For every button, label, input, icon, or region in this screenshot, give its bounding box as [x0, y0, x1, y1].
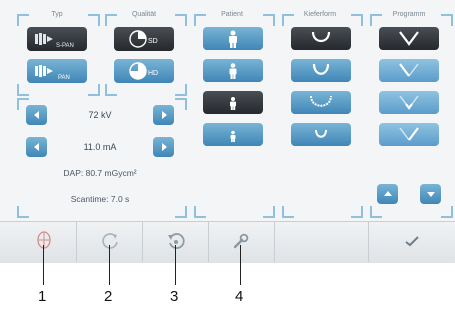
callout-number-3: 3 — [170, 288, 179, 305]
patient-positioning-tool[interactable] — [29, 226, 59, 256]
quality-sd-button[interactable]: SD — [114, 27, 174, 51]
program-left-button[interactable] — [379, 59, 439, 82]
patient-child-icon — [230, 130, 236, 142]
head-positioning-icon — [37, 231, 51, 249]
program-front-icon — [399, 95, 419, 110]
kv-decrease-button[interactable] — [26, 105, 47, 125]
patient-small-icon — [230, 96, 236, 110]
reset-tool[interactable] — [161, 226, 191, 256]
callout-number-4: 4 — [235, 288, 244, 305]
ma-value: 11.0 mA — [83, 142, 117, 152]
callout-leader-4 — [240, 245, 241, 285]
kv-value: 72 kV — [88, 110, 112, 120]
reset-icon — [168, 233, 185, 249]
scantime-readout: Scantime: 7.0 s — [70, 194, 130, 204]
arrow-left-icon — [33, 111, 39, 119]
pan-label: PAN — [58, 75, 70, 81]
program-right-button[interactable] — [379, 123, 439, 146]
qualitaet-panel-label: Qualität — [129, 11, 159, 18]
hd-label: HD — [148, 70, 158, 77]
kv-increase-button[interactable] — [153, 105, 174, 125]
kieferform-panel-label: Kieferform — [301, 11, 339, 18]
toolbar-divider — [274, 221, 275, 262]
patient-medium-icon — [229, 62, 237, 79]
patient-size-m-button[interactable] — [203, 91, 263, 114]
jaw-child-icon — [315, 129, 327, 138]
callout-number-1: 1 — [38, 288, 47, 305]
jaw-shape-wide-button[interactable] — [291, 91, 351, 114]
patient-size-xl-button[interactable] — [203, 27, 263, 50]
s-pan-icon: S-PAN — [35, 33, 74, 49]
jaw-shape-child-button[interactable] — [291, 123, 351, 146]
s-pan-label: S-PAN — [56, 43, 74, 49]
toolbar-divider — [208, 221, 209, 262]
jaw-shape-narrow-button[interactable] — [291, 27, 351, 50]
sd-label: SD — [148, 38, 158, 45]
patient-panel-label: Patient — [219, 11, 245, 18]
program-scroll-up-button[interactable] — [377, 184, 398, 204]
program-full-button[interactable] — [379, 27, 439, 50]
ma-increase-button[interactable] — [153, 137, 174, 157]
typ-pan-button[interactable]: PAN — [27, 59, 87, 83]
toolbar-divider — [76, 221, 77, 262]
jaw-shape-normal-button[interactable] — [291, 59, 351, 82]
program-right-icon — [399, 126, 419, 141]
service-tool[interactable] — [226, 226, 256, 256]
jaw-wide-icon — [310, 95, 332, 107]
arrow-right-icon — [161, 143, 167, 151]
quality-hd-button[interactable]: HD — [114, 59, 174, 83]
program-left-icon — [399, 62, 419, 77]
program-full-icon — [399, 30, 419, 46]
callout-number-2: 2 — [104, 288, 113, 305]
jaw-narrow-icon — [311, 31, 331, 42]
pan-icon: PAN — [35, 65, 70, 81]
rotation-tool[interactable] — [95, 226, 125, 256]
wrench-icon — [233, 233, 249, 249]
typ-s-pan-button[interactable]: S-PAN — [27, 27, 87, 51]
program-front-button[interactable] — [379, 91, 439, 114]
dap-readout: DAP: 80.7 mGycm² — [63, 168, 137, 178]
arrow-right-icon — [161, 111, 167, 119]
jaw-normal-icon — [312, 63, 330, 75]
callout-leader-2 — [109, 245, 110, 285]
typ-panel-label: Typ — [49, 11, 65, 18]
callout-leader-1 — [43, 245, 44, 285]
program-scroll-down-button[interactable] — [420, 184, 441, 204]
arrow-left-icon — [33, 143, 39, 151]
arrow-down-icon — [426, 192, 435, 197]
toolbar-divider — [368, 221, 369, 262]
rotation-icon — [102, 233, 118, 249]
patient-size-s-button[interactable] — [203, 123, 263, 146]
confirm-button[interactable] — [397, 226, 427, 256]
patient-large-icon — [229, 30, 237, 48]
sd-quality-icon: SD — [129, 30, 158, 48]
patient-size-l-button[interactable] — [203, 59, 263, 82]
callout-leader-3 — [175, 245, 176, 285]
checkmark-icon — [405, 236, 419, 247]
arrow-up-icon — [383, 191, 392, 196]
programm-panel-label: Programm — [390, 11, 428, 18]
ma-decrease-button[interactable] — [26, 137, 47, 157]
hd-quality-icon: HD — [129, 62, 158, 80]
toolbar-divider — [142, 221, 143, 262]
